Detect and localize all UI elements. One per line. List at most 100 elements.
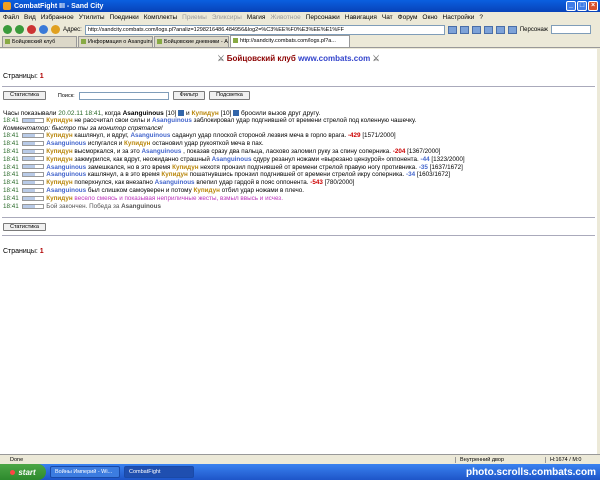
target-name[interactable]: Купидун	[161, 171, 187, 178]
browser-tab[interactable]: Бойцовский клуб	[2, 36, 77, 47]
swords-icon: ⚔	[217, 54, 225, 63]
info-icon[interactable]	[233, 110, 240, 117]
forward-icon[interactable]	[15, 25, 24, 34]
minimize-button[interactable]: _	[566, 1, 576, 11]
stats-button-bottom[interactable]: Статистика	[3, 222, 46, 231]
highlight-button[interactable]: Подсветка	[209, 91, 250, 100]
target-name[interactable]: Asanguinous	[121, 203, 161, 210]
menu-item[interactable]: Настройки	[443, 14, 475, 21]
tool-icon[interactable]	[459, 25, 469, 34]
actor-name[interactable]: Asanguinous	[46, 187, 86, 194]
actor-name[interactable]: Купидун	[46, 148, 72, 155]
actor-name[interactable]: Asanguinous	[46, 171, 86, 178]
target-name[interactable]: Asanguinous	[152, 117, 192, 124]
menu-item[interactable]: Персонажи	[306, 14, 340, 21]
menu-item[interactable]: Файл	[3, 14, 19, 21]
intro-text: бросили вызов друг другу.	[241, 110, 321, 117]
menu-item[interactable]: ?	[479, 14, 483, 21]
tab-label: Информация о Asanguinous	[88, 39, 153, 45]
damage-value: -204	[392, 147, 406, 155]
log-time: 18:41	[3, 139, 19, 147]
taskbar-item[interactable]: CombatFight	[124, 466, 194, 478]
tool-icon-4[interactable]	[495, 25, 505, 34]
maximize-button[interactable]: □	[577, 1, 587, 11]
menu-item[interactable]: Приемы	[182, 14, 207, 21]
player-2-name[interactable]: Купидун	[192, 110, 219, 117]
search-input[interactable]	[78, 91, 169, 100]
menu-item[interactable]: Утилиты	[79, 14, 105, 21]
log-text: кашлянул, и вдруг,	[74, 131, 129, 139]
menu-item[interactable]: Магия	[247, 14, 266, 21]
log-line: 18:41 Купидун кашлянул, и вдруг, Asangui…	[3, 132, 597, 140]
club-site-link[interactable]: www.combats.com	[298, 54, 370, 63]
address-input[interactable]: http://sandcity.combats.com/logs.pl?anal…	[84, 24, 445, 35]
back-icon[interactable]	[3, 25, 12, 34]
tool-icon-2[interactable]	[471, 25, 481, 34]
divider	[2, 216, 595, 218]
actor-name[interactable]: Купидун	[46, 179, 72, 186]
player-1-name[interactable]: Asanguinous	[123, 110, 164, 117]
target-name[interactable]: Asanguinous	[141, 148, 181, 155]
hp-value: [1367/2000]	[407, 147, 441, 155]
actor-name[interactable]: Купидун	[46, 132, 72, 139]
close-button[interactable]: ×	[588, 1, 598, 11]
target-name[interactable]: Asanguinous	[155, 179, 195, 186]
menu-item[interactable]: Животное	[270, 14, 300, 21]
filter-button[interactable]: Фильтр	[172, 91, 206, 100]
menu-item[interactable]: Чат	[382, 14, 393, 21]
taskbar-item[interactable]: Войны Империй - Wi...	[50, 466, 120, 478]
log-line: 18:41 Купидун не рассчитал свои силы и A…	[3, 117, 597, 125]
tool-icon-3[interactable]	[483, 25, 493, 34]
menu-item[interactable]: Вид	[24, 14, 36, 21]
target-name[interactable]: Купидун	[124, 140, 150, 147]
menu-item[interactable]: Комплекты	[144, 14, 177, 21]
page-header: ⚔ Бойцовский клуб www.combats.com ⚔	[0, 54, 597, 63]
hit-zone-indicator	[21, 172, 44, 178]
actor-name[interactable]: Купидун	[46, 195, 72, 202]
menu-item[interactable]: Избранное	[41, 14, 74, 21]
go-icon[interactable]	[447, 25, 457, 34]
page-link[interactable]: 1	[40, 73, 44, 80]
window-controls: _ □ ×	[566, 1, 598, 11]
log-time: 18:41	[3, 171, 19, 179]
pages-bottom: Страницы: 1	[3, 248, 597, 255]
divider	[2, 234, 595, 236]
log-line: 18:41 Бой закончен. Победа за Asanguinou…	[3, 203, 597, 211]
browser-tab[interactable]: Информация о Asanguinous	[78, 36, 153, 47]
battle-intro: Часы показывали 20.02.11 18:41, когда As…	[3, 110, 597, 117]
pages-label: Страницы:	[3, 73, 38, 80]
persons-select[interactable]	[550, 25, 591, 34]
actor-name[interactable]: Купидун	[46, 117, 72, 124]
target-name[interactable]: Купидун	[172, 164, 198, 171]
actor-name[interactable]: Asanguinous	[46, 164, 86, 171]
target-name[interactable]: Asanguinous	[212, 156, 252, 163]
menu-item[interactable]: Поединки	[110, 14, 139, 21]
menu-item[interactable]: Эликсиры	[212, 14, 242, 21]
tool-icon-5[interactable]	[507, 25, 517, 34]
intro-text: Часы показывали	[3, 110, 57, 117]
home-icon[interactable]	[51, 25, 60, 34]
log-time: 18:41	[3, 163, 19, 171]
page-link[interactable]: 1	[40, 248, 44, 255]
tab-icon	[157, 39, 162, 44]
log-time: 18:41	[3, 117, 19, 124]
menu-item[interactable]: Форум	[398, 14, 418, 21]
info-icon[interactable]	[178, 110, 185, 117]
log-text: испугался и	[87, 139, 123, 147]
refresh-icon[interactable]	[39, 25, 48, 34]
menu-item[interactable]: Навигация	[345, 14, 377, 21]
app-icon	[3, 2, 11, 10]
browser-tab[interactable]: http://sandcity.combats.com/logs.pl?a...	[230, 35, 350, 47]
browser-tab[interactable]: Бойцовские дневники - Asanguinous	[154, 36, 229, 47]
actor-name[interactable]: Asanguinous	[46, 140, 86, 147]
hp-value: [1323/2000]	[431, 155, 465, 163]
actor-name[interactable]: Купидун	[46, 156, 72, 163]
stop-icon[interactable]	[27, 25, 36, 34]
status-hp: H:1674 / M:0	[545, 456, 600, 463]
start-button[interactable]: start	[0, 464, 46, 480]
stats-button[interactable]: Статистика	[3, 91, 46, 100]
target-name[interactable]: Купидун	[193, 187, 219, 194]
log-text: замешкался, но в это время	[87, 163, 171, 171]
target-name[interactable]: Asanguinous	[130, 132, 170, 139]
menu-item[interactable]: Окно	[422, 14, 437, 21]
